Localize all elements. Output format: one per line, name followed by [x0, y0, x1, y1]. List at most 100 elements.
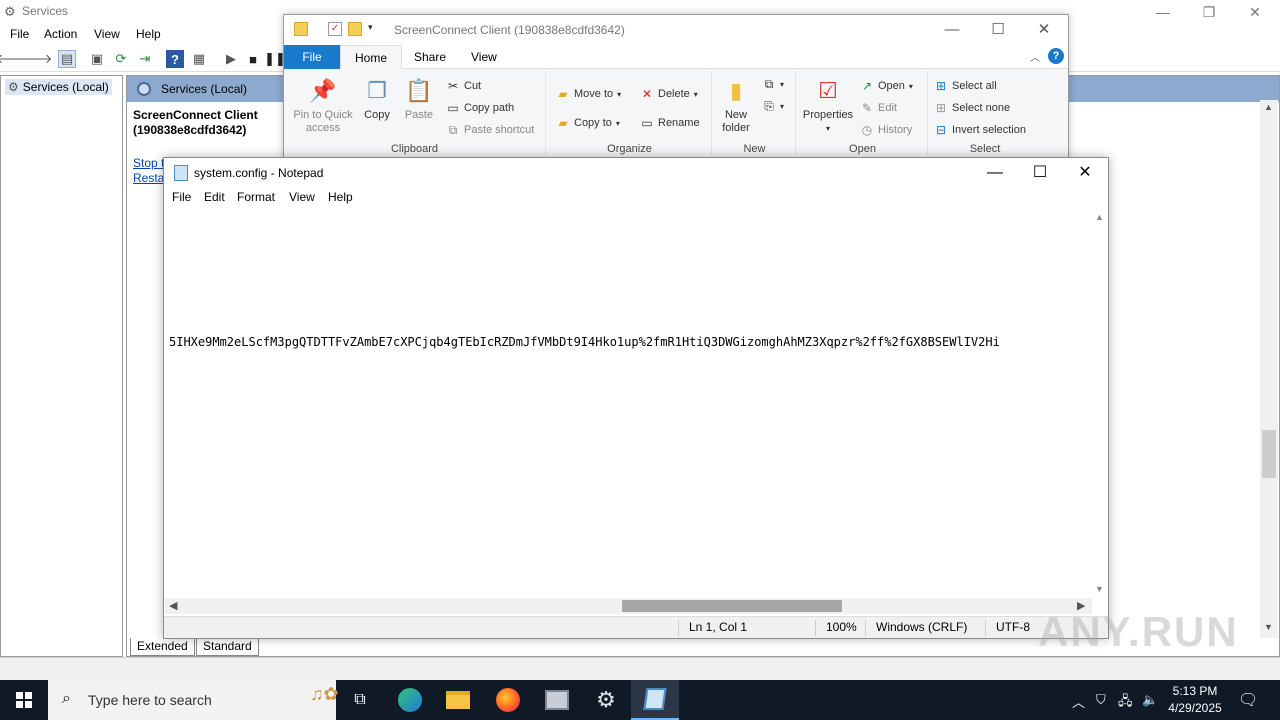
- menu-edit[interactable]: Edit: [204, 190, 225, 204]
- menu-view[interactable]: View: [289, 190, 315, 204]
- properties-button[interactable]: ☑ Properties ▾: [800, 75, 856, 135]
- scroll-up-icon[interactable]: ▲: [1264, 102, 1273, 112]
- clock[interactable]: 5:13 PM 4/29/2025: [1160, 683, 1230, 717]
- minimize-button[interactable]: —: [932, 19, 972, 41]
- close-button[interactable]: ✕: [1062, 158, 1108, 188]
- minimize-button[interactable]: —: [972, 158, 1018, 188]
- new-folder-button[interactable]: ▮ New folder: [718, 75, 754, 135]
- stop-link-text[interactable]: Stop: [133, 156, 158, 170]
- menu-file[interactable]: File: [172, 190, 191, 204]
- forward-icon[interactable]: 🡒: [18, 50, 53, 68]
- move-folder-icon: ▰: [558, 87, 568, 101]
- help-icon[interactable]: ?: [1048, 48, 1064, 64]
- taskbar-notepad[interactable]: [631, 680, 679, 720]
- scrollbar-thumb[interactable]: [1262, 430, 1276, 478]
- chevron-down-icon: ▾: [693, 89, 698, 99]
- tab-standard[interactable]: Standard: [196, 638, 259, 656]
- close-button[interactable]: ✕: [1024, 19, 1064, 41]
- view-icon[interactable]: ▦: [190, 50, 208, 68]
- copy-folder-icon: ▰: [558, 116, 568, 130]
- delete-button[interactable]: ✕ Delete ▾: [640, 87, 698, 101]
- open-button[interactable]: ↗ Open ▾: [860, 79, 913, 93]
- notepad-text-area[interactable]: 5IHXe9Mm2eLScfM3pgQTDTTFvZAmbE7cXPCjqb4g…: [165, 208, 1093, 598]
- menu-action[interactable]: Action: [44, 27, 77, 41]
- taskbar-search[interactable]: ⌕ Type here to search ♫✿: [48, 680, 339, 720]
- pin-quick-access-button[interactable]: 📌 Pin to Quick access: [290, 75, 356, 135]
- edit-icon: ✎: [861, 101, 873, 115]
- restore-button[interactable]: ❐: [1194, 2, 1224, 22]
- export-icon[interactable]: ⇥: [136, 50, 154, 68]
- explorer-title: ScreenConnect Client (190838e8cdfd3642): [394, 23, 625, 37]
- menu-file[interactable]: File: [10, 27, 29, 41]
- properties-icon[interactable]: ▣: [88, 50, 106, 68]
- new-folder-icon[interactable]: [348, 22, 362, 36]
- scroll-down-icon[interactable]: ▼: [1264, 622, 1273, 632]
- move-to-button[interactable]: ▰ Move to ▾: [556, 87, 621, 101]
- copy-to-button[interactable]: ▰ Copy to ▾: [556, 116, 620, 130]
- console-tree-icon[interactable]: ▤: [58, 50, 76, 68]
- menu-help[interactable]: Help: [328, 190, 353, 204]
- invert-selection-button[interactable]: ⊟ Invert selection: [934, 123, 1026, 137]
- stop-service-link[interactable]: Stop t: [133, 156, 164, 170]
- taskbar-services[interactable]: ⚙: [582, 680, 630, 720]
- horizontal-scrollbar[interactable]: ◀ ▶: [165, 598, 1092, 614]
- pause-service-icon[interactable]: ❚❚: [264, 50, 286, 68]
- select-all-button[interactable]: ⊞ Select all: [934, 79, 997, 93]
- tab-share[interactable]: Share: [400, 45, 460, 69]
- start-button[interactable]: [0, 680, 48, 720]
- paste-shortcut-button[interactable]: ⧉ Paste shortcut: [446, 123, 535, 137]
- select-none-button[interactable]: ⊞ Select none: [934, 101, 1010, 115]
- easy-access-button[interactable]: ⎘ ▾: [762, 99, 784, 113]
- tab-view[interactable]: View: [457, 45, 511, 69]
- chevron-down-icon[interactable]: ▾: [368, 22, 382, 36]
- scroll-down-icon[interactable]: ▼: [1095, 584, 1104, 594]
- menu-help[interactable]: Help: [136, 27, 161, 41]
- start-service-icon[interactable]: ▶: [222, 50, 240, 68]
- history-button[interactable]: ◷ History: [860, 123, 912, 137]
- scroll-left-icon[interactable]: ◀: [169, 599, 177, 612]
- taskbar-edge[interactable]: [386, 680, 434, 720]
- paste-button[interactable]: 📋 Paste: [402, 75, 436, 122]
- maximize-button[interactable]: ☐: [1017, 158, 1063, 188]
- copy-path-button[interactable]: ▭ Copy path: [446, 101, 514, 115]
- notifications-icon[interactable]: 🗨: [1238, 690, 1258, 710]
- minimize-button[interactable]: —: [1148, 2, 1178, 22]
- edit-button[interactable]: ✎ Edit: [860, 101, 897, 115]
- vertical-scrollbar[interactable]: ▲ ▼: [1092, 208, 1108, 598]
- edit-label: Edit: [878, 102, 897, 114]
- chevron-down-icon: ▾: [908, 81, 913, 91]
- properties-check-icon[interactable]: ✓: [328, 22, 342, 36]
- taskbar-firefox[interactable]: [484, 680, 532, 720]
- refresh-icon[interactable]: ⟳: [112, 50, 130, 68]
- services-scrollbar[interactable]: ▲ ▼: [1260, 100, 1278, 638]
- tab-extended[interactable]: Extended: [130, 638, 195, 656]
- collapse-ribbon-icon[interactable]: ︿: [1030, 49, 1040, 64]
- scrollbar-thumb[interactable]: [622, 600, 842, 612]
- menu-view[interactable]: View: [94, 27, 120, 41]
- chevron-up-icon[interactable]: ︿: [1072, 692, 1085, 711]
- tree-item-services-local[interactable]: ⚙ Services (Local): [5, 79, 112, 95]
- select-none-icon: ⊞: [935, 101, 947, 115]
- help-icon[interactable]: ?: [166, 50, 184, 68]
- group-label-clipboard: Clipboard: [390, 143, 439, 155]
- rename-button[interactable]: ▭ Rename: [640, 116, 699, 130]
- tab-home[interactable]: Home: [340, 45, 403, 69]
- stop-service-icon[interactable]: ■: [244, 50, 262, 68]
- copy-path-label: Copy path: [464, 102, 515, 114]
- copy-button[interactable]: ❐ Copy: [360, 75, 394, 122]
- menu-format[interactable]: Format: [237, 190, 275, 204]
- task-view-button[interactable]: ⧉: [336, 680, 384, 720]
- cut-button[interactable]: ✂ Cut: [446, 79, 481, 93]
- maximize-button[interactable]: ☐: [978, 19, 1018, 41]
- tab-file[interactable]: File: [284, 45, 340, 69]
- services-statusbar: [0, 657, 1280, 680]
- volume-icon[interactable]: 🔈: [1142, 692, 1158, 708]
- network-icon[interactable]: 🖧: [1118, 692, 1133, 714]
- defender-icon[interactable]: ⛉: [1096, 692, 1106, 708]
- close-button[interactable]: ✕: [1240, 2, 1270, 22]
- edge-icon: [398, 688, 422, 712]
- scroll-up-icon[interactable]: ▲: [1095, 212, 1104, 222]
- taskbar-file-explorer[interactable]: [434, 680, 482, 720]
- new-item-button[interactable]: ⧉ ▾: [762, 77, 784, 91]
- taskbar-app[interactable]: [533, 680, 581, 720]
